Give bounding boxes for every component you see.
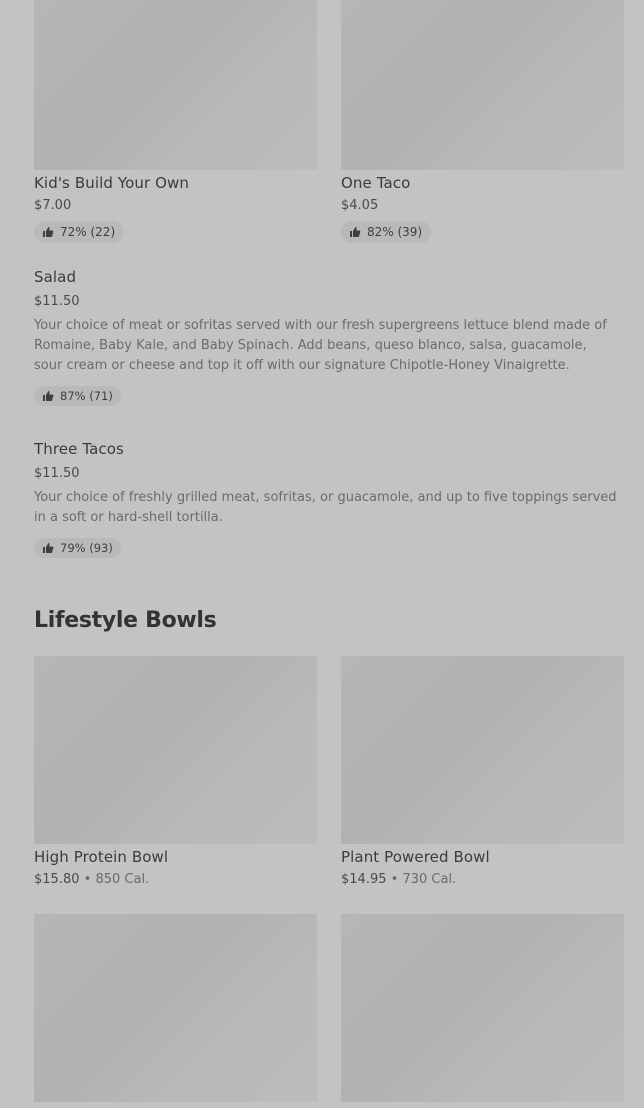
thumbs-up-icon [42, 542, 54, 554]
rating-badge: 72% (22) [34, 221, 125, 243]
item-price-line: $15.80 • 850 Cal. [34, 872, 149, 887]
menu-item-image[interactable] [341, 914, 624, 1102]
menu-item-image[interactable] [34, 914, 317, 1102]
salad-price: $11.50 [34, 294, 80, 309]
rating-badge: 82% (39) [341, 221, 432, 243]
three-tacos-description: Your choice of freshly grilled meat, sof… [34, 490, 617, 525]
item-calories: 730 Cal. [402, 872, 457, 887]
item-title[interactable]: Kid's Build Your Own [34, 174, 189, 192]
salad-title[interactable]: Salad [34, 268, 76, 286]
section-title: Lifestyle Bowls [34, 608, 217, 633]
item-title[interactable]: Plant Powered Bowl [341, 848, 490, 866]
thumbs-up-icon [42, 226, 54, 238]
item-calories: 850 Cal. [95, 872, 150, 887]
item-price-line: $14.95 • 730 Cal. [341, 872, 456, 887]
rating-badge: 87% (71) [34, 386, 121, 406]
rating-text: 87% (71) [60, 389, 113, 403]
item-title[interactable]: One Taco [341, 174, 410, 192]
rating-badge: 79% (93) [34, 538, 121, 558]
rating-text: 79% (93) [60, 541, 113, 555]
item-price: $4.05 [341, 198, 379, 213]
rating-text: 82% (39) [367, 225, 423, 239]
separator-dot: • [83, 872, 92, 887]
separator-dot: • [390, 872, 399, 887]
three-tacos-title[interactable]: Three Tacos [34, 440, 124, 458]
one-taco-image[interactable] [341, 0, 624, 170]
thumbs-up-icon [42, 390, 54, 402]
kids-build-your-own-image[interactable] [34, 0, 317, 170]
menu-page: Kid's Build Your Own $7.00 72% (22) One … [0, 0, 644, 1108]
thumbs-up-icon [349, 226, 361, 238]
item-title[interactable]: High Protein Bowl [34, 848, 168, 866]
high-protein-bowl-image[interactable] [34, 656, 317, 844]
item-price: $7.00 [34, 198, 72, 213]
rating-text: 72% (22) [60, 225, 116, 239]
salad-description: Your choice of meat or sofritas served w… [34, 318, 607, 373]
item-price: $14.95 [341, 872, 387, 887]
three-tacos-price: $11.50 [34, 466, 80, 481]
plant-powered-bowl-image[interactable] [341, 656, 624, 844]
item-price: $15.80 [34, 872, 80, 887]
